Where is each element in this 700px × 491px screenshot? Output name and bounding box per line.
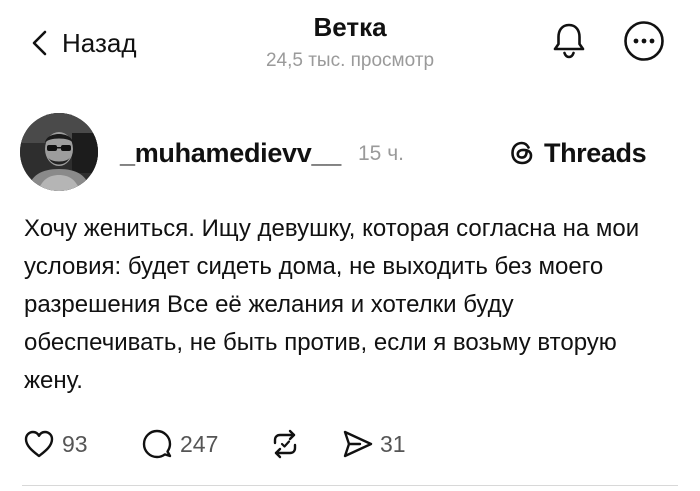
avatar[interactable] [20,113,98,191]
threads-badge[interactable]: Threads [507,136,647,170]
post-time: 15 ч. [358,142,404,165]
view-count: 24,5 тыс. просмотр [265,50,435,71]
reply-button[interactable]: 247 [140,426,218,462]
send-icon [343,430,373,458]
comment-icon [142,429,172,459]
avatar-photo [20,113,98,191]
more-options-icon[interactable] [623,20,665,62]
share-button[interactable]: 31 [340,426,406,462]
post-body: Хочу жениться. Ищу девушку, которая согл… [24,215,640,394]
heart-icon [24,430,54,458]
threads-logo-icon [511,141,533,165]
bell-icon[interactable] [549,20,589,60]
like-count: 93 [62,430,88,457]
reply-count: 247 [180,430,219,457]
page-title: Ветка [313,12,387,42]
repost-button[interactable] [268,426,302,462]
share-count: 31 [380,430,406,457]
username[interactable]: _muhamedievv__ [120,138,341,169]
top-bar: Назад Ветка 24,5 тыс. просмотр [0,0,700,90]
threads-label: Threads [544,137,647,168]
repost-icon [273,429,297,459]
like-button[interactable]: 93 [22,426,88,462]
action-bar: 93 247 31 [22,426,682,462]
divider [22,485,678,486]
